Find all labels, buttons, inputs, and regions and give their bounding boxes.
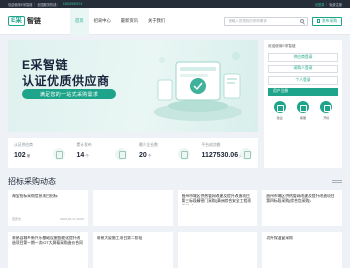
user-register-button[interactable]: 用户注册 — [268, 87, 338, 96]
sidebar-quick-links: 建议 客服 开标 — [268, 101, 338, 120]
section-title: 招标采购动态 — [8, 177, 56, 186]
hero-illustration — [154, 52, 242, 121]
procurement-card[interactable]: 眉州市城区供热管网改建及提升改造项目第三标段精密门采购(满洲综合安全工程项目部(… — [177, 190, 258, 226]
procurement-card[interactable]: 眉州市城区供热管网改建及提升改造项目第四标段采购(综合包采购) — [262, 190, 342, 226]
hotline-label: 全国服务热线： — [37, 2, 60, 7]
procurement-card[interactable] — [92, 190, 173, 226]
supplier-icon — [52, 148, 65, 160]
nav-item-news[interactable]: 最新资讯 — [116, 8, 143, 35]
hero-banner[interactable]: E采智链 认证优质供应商 满足您的一站式采购需求 — [8, 40, 258, 132]
published-icon — [115, 148, 127, 160]
quick-link-suggestion[interactable]: 建议 — [273, 101, 286, 120]
search-input[interactable]: 请输入您想找的采购需求 — [224, 16, 309, 26]
supplier-login-button[interactable]: 供应商登录 — [268, 53, 338, 62]
search-placeholder: 请输入您想找的采购需求 — [228, 18, 267, 23]
stat-total-published: 累计发布 14个 — [71, 138, 134, 168]
hero-subtitle: 认证优质供应商 — [22, 74, 110, 88]
publish-procurement-label: 发布采购 — [321, 18, 337, 23]
welcome-text: 欢迎使用E采智链 — [8, 2, 33, 7]
service-icon — [296, 101, 309, 113]
stat-min-companies: 最少企业数 20个 — [133, 138, 196, 168]
main-header: E采 智链 首页 招采中心 最新资讯 关于我们 请输入您想找的采购需求 发布采购 — [0, 7, 350, 35]
personal-login-button[interactable]: 个人登录 — [268, 76, 338, 85]
platform-stats: 认证供应商 102家 累计发布 14个 最少企业数 20个 平台成交额 1127… — [8, 138, 258, 168]
quick-link-service[interactable]: 客服 — [296, 101, 309, 120]
nav-item-procurement-center[interactable]: 招采中心 — [89, 8, 116, 35]
menu-icon[interactable] — [332, 180, 342, 183]
bid-icon — [320, 101, 333, 113]
login-sidebar: 欢迎使用E采智链 供应商登录 采购人登录 个人登录 用户注册 建议 客服 开标 — [264, 40, 342, 168]
logo-text: 智链 — [27, 18, 41, 25]
sidebar-welcome: 欢迎使用E采智链 — [268, 44, 296, 48]
company-icon — [177, 148, 190, 160]
top-utility-bar: 欢迎使用E采智链 | 全国服务热线： 13602959474 请登录 | 免费注… — [0, 0, 350, 8]
hero-tagline: 满足您的一站式采购需求 — [22, 89, 116, 99]
main-nav: 首页 招采中心 最新资讯 关于我们 — [70, 7, 170, 35]
money-icon — [240, 148, 252, 160]
document-icon — [317, 19, 321, 23]
procurement-card[interactable]: 淘宝招标采购信息项目招标 西安市 2023-02-13 10:00 — [8, 190, 88, 226]
publish-procurement-button[interactable]: 发布采购 — [312, 16, 342, 26]
brand-logo[interactable]: E采 智链 — [8, 16, 54, 26]
purchaser-login-button[interactable]: 采购人登录 — [268, 64, 338, 73]
procurement-news-header: 招标采购动态 — [8, 176, 342, 187]
nav-item-home[interactable]: 首页 — [70, 7, 89, 35]
stat-certified-suppliers: 认证供应商 102家 — [8, 138, 71, 168]
hero-title: E采智链 — [22, 58, 69, 72]
logo-mark: E采 — [8, 16, 25, 26]
nav-item-about[interactable]: 关于我们 — [143, 8, 170, 35]
login-link[interactable]: 请登录 — [315, 2, 325, 7]
register-link[interactable]: 免费注册 — [329, 2, 342, 7]
suggestion-icon — [273, 101, 286, 113]
search-icon[interactable] — [300, 19, 305, 24]
stat-transaction-volume: 平台成交额 1127530.06元 — [196, 138, 259, 168]
procurement-cards: 淘宝招标采购信息项目招标 西安市 2023-02-13 10:00 眉州市城区供热管… — [8, 190, 342, 268]
hotline-number: 13602959474 — [62, 2, 83, 6]
quick-link-bid[interactable]: 开标 — [320, 101, 333, 120]
